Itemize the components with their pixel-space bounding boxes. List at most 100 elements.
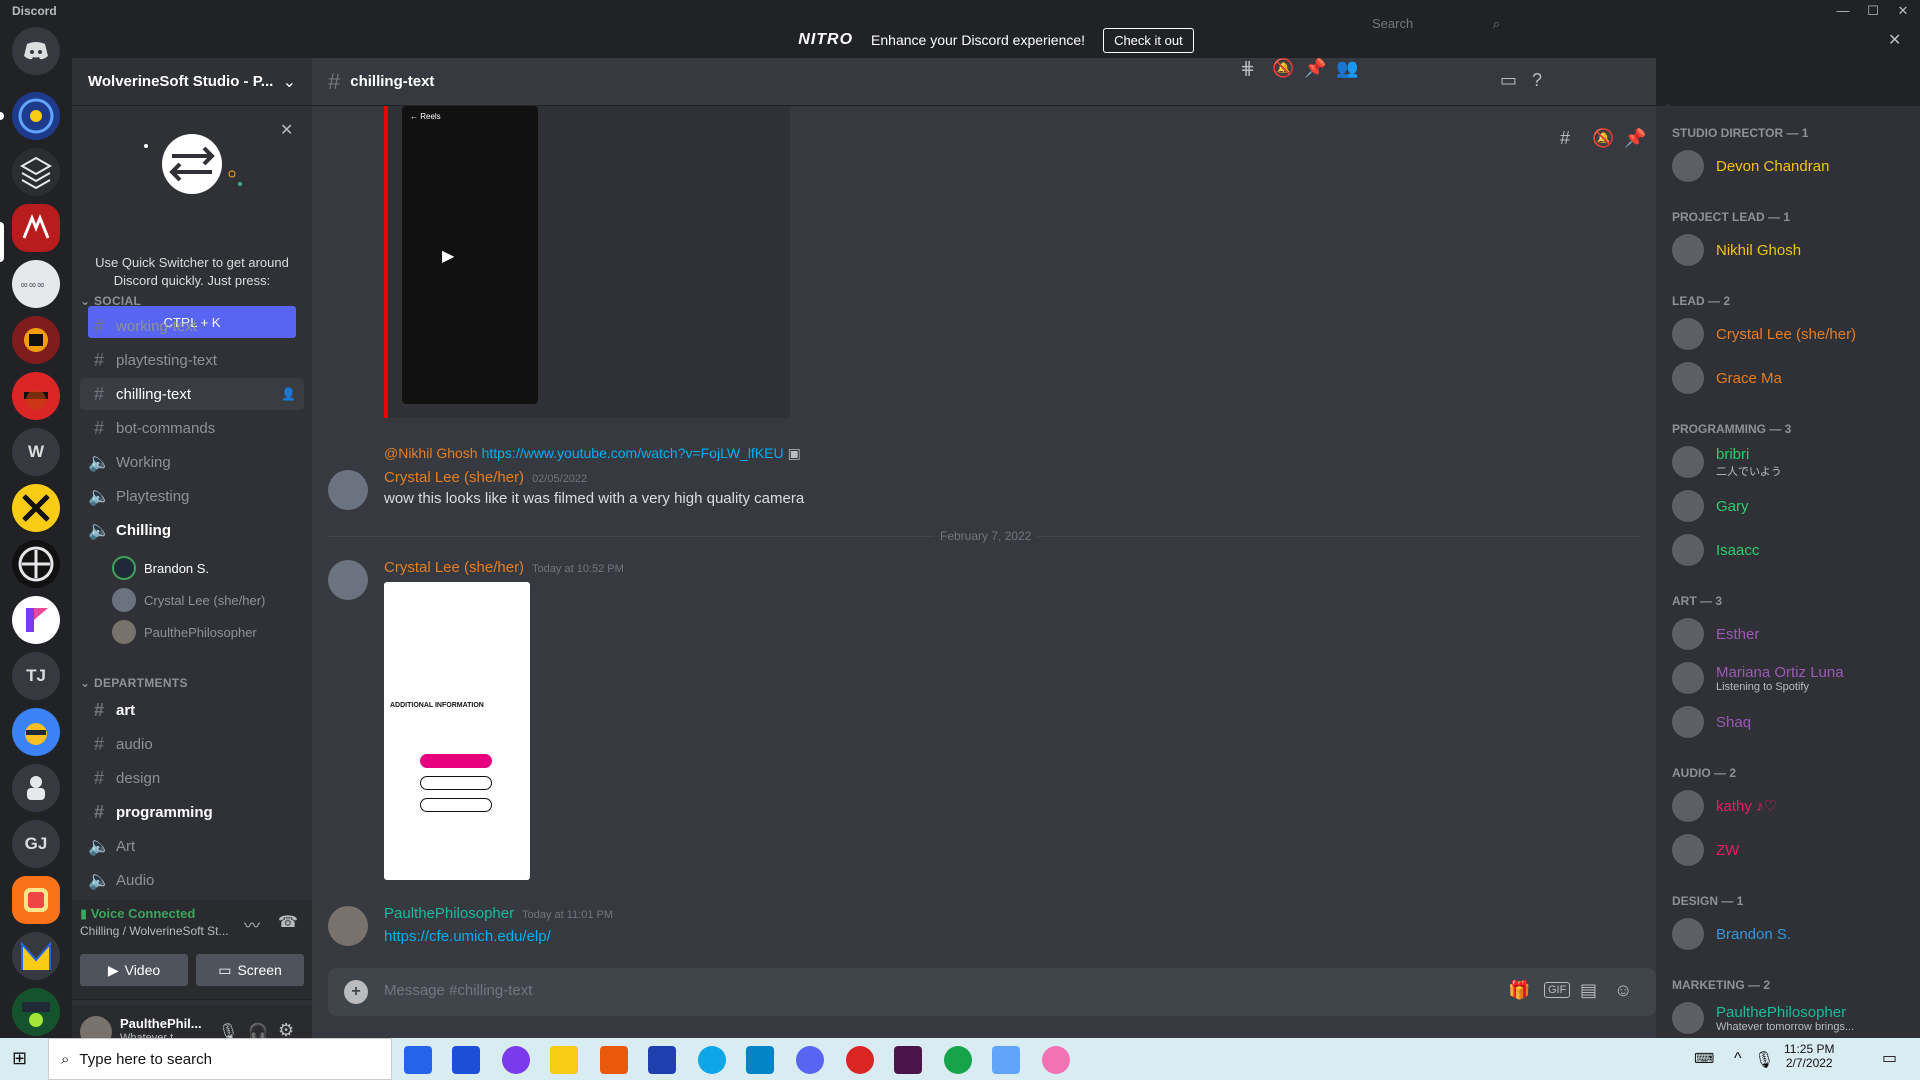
mute-bell-icon[interactable]: 🔕 — [1272, 58, 1294, 79]
channel-working-text[interactable]: # working-text — [80, 310, 304, 342]
member-item[interactable]: Devon Chandran — [1664, 146, 1904, 186]
gift-icon[interactable]: 🎁 — [1508, 980, 1530, 1001]
threads-icon[interactable]: ⋕ — [1240, 58, 1255, 79]
member-item[interactable]: Crystal Lee (she/her) — [1664, 314, 1904, 354]
members-icon[interactable]: 👥 — [1336, 58, 1358, 79]
reel-screenshot[interactable]: ← Reels ▶ — [402, 106, 538, 404]
category-social[interactable]: ⌄ SOCIAL — [80, 294, 141, 308]
member-item[interactable]: Brandon S. — [1664, 914, 1904, 954]
server-initial-w[interactable]: W — [12, 428, 60, 476]
message-composer[interactable]: + Message #chilling-text 🎁 GIF ▤ ☺ — [328, 968, 1656, 1016]
microphone-icon[interactable]: 🎙 — [1754, 1050, 1774, 1070]
help-icon[interactable]: ? — [1532, 70, 1542, 91]
message-link[interactable]: https://cfe.umich.edu/elp/ — [384, 928, 551, 945]
reply-link[interactable]: https://www.youtube.com/watch?v=FojLW_lf… — [482, 445, 784, 462]
category-departments[interactable]: ⌄ DEPARTMENTS — [80, 676, 188, 690]
pin-icon[interactable]: 📌 — [1304, 58, 1326, 79]
server-icon[interactable] — [12, 988, 60, 1036]
windows-start-icon[interactable]: ⊞ — [12, 1048, 27, 1069]
store-icon[interactable] — [404, 1046, 432, 1074]
member-item[interactable]: Mariana Ortiz Luna Listening to Spotify — [1664, 658, 1904, 698]
threads-icon[interactable]: # — [1560, 128, 1570, 149]
nitro-cta-button[interactable]: Check it out — [1103, 27, 1194, 53]
pin-icon[interactable]: 📌 — [1624, 128, 1646, 149]
avatar[interactable] — [328, 560, 368, 600]
close-window-icon[interactable]: ✕ — [1888, 2, 1918, 20]
gif-button[interactable]: GIF — [1544, 982, 1571, 998]
chevron-up-icon[interactable]: ^ — [1734, 1050, 1742, 1068]
member-item[interactable]: Esther — [1664, 614, 1904, 654]
server-initial-tj[interactable]: TJ — [12, 652, 60, 700]
member-item[interactable]: bribri 二人でいよう — [1664, 442, 1904, 482]
member-item[interactable]: Isaacc — [1664, 530, 1904, 570]
noise-suppression-icon[interactable]: 〰 — [244, 912, 260, 936]
channel-chilling-text[interactable]: # chilling-text 👤 — [80, 378, 304, 410]
voice-channel-audio[interactable]: 🔈 Audio — [80, 864, 304, 896]
add-attachment-icon[interactable]: + — [344, 980, 368, 1004]
channel-art[interactable]: # art — [80, 694, 304, 726]
member-item[interactable]: Shaq — [1664, 702, 1904, 742]
inbox-icon[interactable]: ▭ — [1500, 70, 1517, 91]
voice-user[interactable]: PaulthePhilosopher — [112, 618, 257, 646]
clock[interactable]: 11:25 PM 2/7/2022 — [1784, 1042, 1834, 1070]
slack-icon[interactable] — [894, 1046, 922, 1074]
discord-taskbar-icon[interactable] — [796, 1046, 824, 1074]
job-posting-screenshot[interactable]: ADDITIONAL INFORMATION — [384, 582, 530, 880]
disconnect-icon[interactable]: ☎ — [278, 912, 298, 932]
vscode-icon[interactable] — [746, 1046, 774, 1074]
screen-share-button[interactable]: ▭ Screen — [196, 954, 304, 986]
voice-user[interactable]: Crystal Lee (she/her) — [112, 586, 265, 614]
chrome-icon[interactable] — [944, 1046, 972, 1074]
server-icon[interactable] — [12, 540, 60, 588]
channel-playtesting-text[interactable]: # playtesting-text — [80, 344, 304, 376]
mute-bell-icon[interactable]: 🔕 — [1592, 128, 1614, 149]
channel-design[interactable]: # design — [80, 762, 304, 794]
itunes-icon[interactable] — [1042, 1046, 1070, 1074]
channel-audio[interactable]: # audio — [80, 728, 304, 760]
word-icon[interactable] — [648, 1046, 676, 1074]
edge-icon[interactable] — [698, 1046, 726, 1074]
avatar[interactable] — [328, 470, 368, 510]
app-icon[interactable] — [502, 1046, 530, 1074]
channel-programming[interactable]: # programming — [80, 796, 304, 828]
video-embed[interactable]: ← Reels ▶ — [384, 106, 790, 418]
server-icon[interactable] — [12, 764, 60, 812]
voice-channel-working[interactable]: 🔈 Working — [80, 446, 304, 478]
search-input[interactable]: Search ⌕ — [1366, 12, 1506, 36]
server-icon[interactable] — [12, 92, 60, 140]
file-explorer-icon[interactable] — [550, 1046, 578, 1074]
server-icon[interactable]: ∞∞∞ — [12, 260, 60, 308]
app-icon[interactable] — [992, 1046, 1020, 1074]
member-item[interactable]: PaulthePhilosopher Whatever tomorrow brin… — [1664, 998, 1904, 1038]
keyboard-icon[interactable]: ⌨ — [1694, 1050, 1714, 1067]
member-item[interactable]: kathy ♪♡ — [1664, 786, 1904, 826]
close-icon[interactable]: ✕ — [280, 120, 293, 140]
voice-channel-playtesting[interactable]: 🔈 Playtesting — [80, 480, 304, 512]
invite-icon[interactable]: 👤 — [281, 387, 296, 401]
member-item[interactable]: Nikhil Ghosh — [1664, 230, 1904, 270]
office-icon[interactable] — [600, 1046, 628, 1074]
video-button[interactable]: ▶ Video — [80, 954, 188, 986]
chevron-down-icon[interactable]: ⌄ — [283, 72, 296, 92]
server-initial-gj[interactable]: GJ — [12, 820, 60, 868]
notifications-icon[interactable]: ▭ — [1882, 1048, 1897, 1068]
voice-channel-chilling[interactable]: 🔈 Chilling — [80, 514, 304, 546]
server-icon[interactable] — [12, 708, 60, 756]
emoji-icon[interactable]: ☺ — [1614, 980, 1632, 1001]
server-icon[interactable] — [12, 148, 60, 196]
server-icon[interactable] — [12, 932, 60, 980]
app-icon[interactable] — [846, 1046, 874, 1074]
taskbar-search[interactable]: ⌕ Type here to search — [48, 1038, 392, 1080]
sticker-icon[interactable]: ▤ — [1580, 980, 1597, 1001]
server-icon[interactable] — [12, 484, 60, 532]
home-discord-icon[interactable] — [12, 27, 60, 75]
voice-channel-art[interactable]: 🔈 Art — [80, 830, 304, 862]
member-item[interactable]: ZW — [1664, 830, 1904, 870]
avatar[interactable] — [328, 906, 368, 946]
mail-icon[interactable] — [452, 1046, 480, 1074]
message-author[interactable]: Crystal Lee (she/her) — [384, 469, 524, 486]
close-banner-icon[interactable]: ✕ — [1888, 30, 1901, 50]
message-author[interactable]: Crystal Lee (she/her) — [384, 559, 524, 576]
server-icon[interactable] — [12, 596, 60, 644]
server-icon[interactable] — [12, 372, 60, 420]
